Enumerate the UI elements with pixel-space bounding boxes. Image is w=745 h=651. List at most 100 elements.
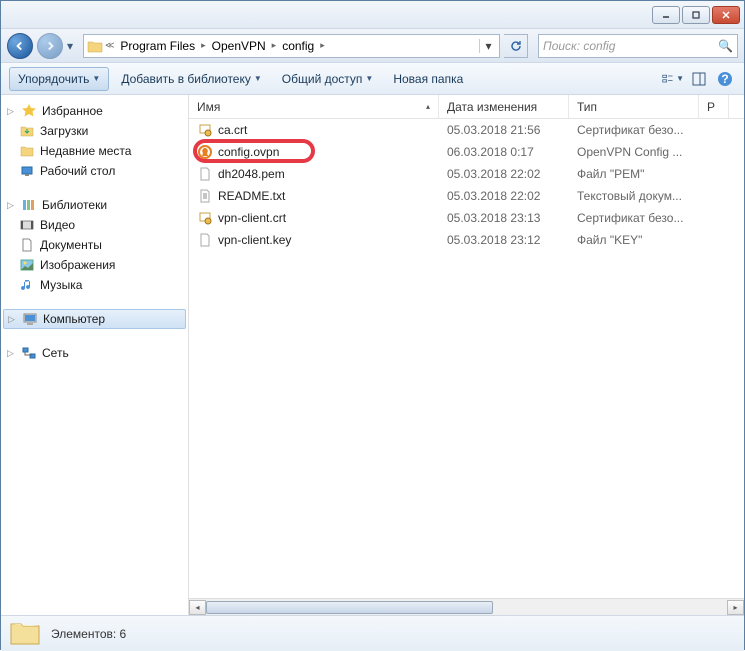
sidebar-item-label: Компьютер <box>43 312 105 326</box>
column-type[interactable]: Тип <box>569 95 699 118</box>
explorer-window: ▾ ≪ Program Files ▸ OpenVPN ▸ config ▸ ▾… <box>0 0 745 650</box>
new-folder-button[interactable]: Новая папка <box>385 68 471 90</box>
addlib-label: Добавить в библиотеку <box>121 72 251 86</box>
scroll-track[interactable] <box>206 600 727 615</box>
chevron-right-icon: ▸ <box>319 40 326 51</box>
column-label: Р <box>707 100 715 114</box>
file-type: OpenVPN Config ... <box>569 145 699 159</box>
close-button[interactable] <box>712 6 740 24</box>
sidebar-item-label: Недавние места <box>40 144 131 158</box>
scroll-thumb[interactable] <box>206 601 493 614</box>
network-icon <box>21 345 37 361</box>
add-to-library-button[interactable]: Добавить в библиотеку▼ <box>113 68 269 90</box>
file-date: 05.03.2018 23:12 <box>439 233 569 247</box>
column-label: Имя <box>197 100 220 114</box>
file-type: Текстовый докум... <box>569 189 699 203</box>
downloads-icon <box>19 123 35 139</box>
sidebar-item-documents[interactable]: Документы <box>1 235 188 255</box>
sidebar-item-desktop[interactable]: Рабочий стол <box>1 161 188 181</box>
status-count: Элементов: 6 <box>51 627 126 641</box>
file-name: README.txt <box>218 189 285 203</box>
sidebar-item-label: Избранное <box>42 104 103 118</box>
file-list[interactable]: ca.crt 05.03.2018 21:56Сертификат безо...… <box>189 119 744 598</box>
horizontal-scrollbar[interactable]: ◂ ▸ <box>189 598 744 615</box>
search-placeholder: Поиск: config <box>543 39 615 53</box>
sidebar-item-label: Документы <box>40 238 102 252</box>
breadcrumb[interactable]: Program Files <box>115 35 200 57</box>
search-icon: 🔍 <box>718 39 733 53</box>
video-icon <box>19 217 35 233</box>
sidebar-computer[interactable]: ▷Компьютер <box>3 309 186 329</box>
sort-asc-icon: ▴ <box>426 102 430 111</box>
column-size[interactable]: Р <box>699 95 729 118</box>
recent-icon <box>19 143 35 159</box>
refresh-button[interactable] <box>504 34 528 58</box>
file-name: vpn-client.key <box>218 233 291 247</box>
folder-icon <box>86 37 104 55</box>
sidebar-item-label: Библиотеки <box>42 198 107 212</box>
file-pane: Имя ▴ Дата изменения Тип Р ca.crt 05.03.20… <box>189 95 744 615</box>
maximize-button[interactable] <box>682 6 710 24</box>
share-button[interactable]: Общий доступ▼ <box>274 68 382 90</box>
chevron-right-icon: ≪ <box>104 40 115 51</box>
sidebar-item-music[interactable]: Музыка <box>1 275 188 295</box>
column-date[interactable]: Дата изменения <box>439 95 569 118</box>
sidebar-item-pictures[interactable]: Изображения <box>1 255 188 275</box>
sidebar-network[interactable]: ▷Сеть <box>1 343 188 363</box>
scroll-left-button[interactable]: ◂ <box>189 600 206 615</box>
sidebar-libraries[interactable]: ▷Библиотеки <box>1 195 188 215</box>
file-row[interactable]: ca.crt 05.03.2018 21:56Сертификат безо... <box>189 119 744 141</box>
file-type: Сертификат безо... <box>569 123 699 137</box>
search-input[interactable]: Поиск: config 🔍 <box>538 34 738 58</box>
file-icon <box>197 166 213 182</box>
titlebar <box>1 1 744 29</box>
file-row[interactable]: vpn-client.crt05.03.2018 23:13Сертификат… <box>189 207 744 229</box>
breadcrumb[interactable]: OpenVPN <box>207 35 271 57</box>
body: ▷Избранное Загрузки Недавние места Рабоч… <box>1 95 744 615</box>
folder-icon <box>9 618 41 650</box>
column-label: Тип <box>577 100 597 114</box>
back-button[interactable] <box>7 33 33 59</box>
file-date: 05.03.2018 21:56 <box>439 123 569 137</box>
file-row[interactable]: config.ovpn06.03.2018 0:17OpenVPN Config… <box>189 141 744 163</box>
address-dropdown[interactable]: ▾ <box>479 39 497 53</box>
column-name[interactable]: Имя ▴ <box>189 95 439 118</box>
minimize-button[interactable] <box>652 6 680 24</box>
file-row[interactable]: dh2048.pem05.03.2018 22:02Файл "PEM" <box>189 163 744 185</box>
file-date: 05.03.2018 22:02 <box>439 189 569 203</box>
sidebar-item-label: Сеть <box>42 346 69 360</box>
file-name: ca.crt <box>218 123 247 137</box>
status-bar: Элементов: 6 <box>1 615 744 651</box>
sidebar-item-video[interactable]: Видео <box>1 215 188 235</box>
music-icon <box>19 277 35 293</box>
file-row[interactable]: vpn-client.key 05.03.2018 23:12Файл "KEY" <box>189 229 744 251</box>
newfolder-label: Новая папка <box>393 72 463 86</box>
sidebar-item-label: Рабочий стол <box>40 164 115 178</box>
breadcrumb[interactable]: config <box>277 35 319 57</box>
sidebar-item-recent[interactable]: Недавние места <box>1 141 188 161</box>
file-name: dh2048.pem <box>218 167 285 181</box>
svg-text:?: ? <box>721 72 728 86</box>
toolbar: Упорядочить▼ Добавить в библиотеку▼ Общи… <box>1 63 744 95</box>
history-dropdown[interactable]: ▾ <box>67 39 79 53</box>
forward-button[interactable] <box>37 33 63 59</box>
file-name: vpn-client.crt <box>218 211 286 225</box>
sidebar-favorites[interactable]: ▷Избранное <box>1 101 188 121</box>
computer-icon <box>22 311 38 327</box>
file-row[interactable]: README.txt 05.03.2018 22:02Текстовый доку… <box>189 185 744 207</box>
sidebar-item-downloads[interactable]: Загрузки <box>1 121 188 141</box>
view-mode-button[interactable]: ▼ <box>662 68 684 90</box>
sidebar-item-label: Загрузки <box>40 124 88 138</box>
file-type: Файл "KEY" <box>569 233 699 247</box>
desktop-icon <box>19 163 35 179</box>
organize-button[interactable]: Упорядочить▼ <box>9 67 109 91</box>
column-headers: Имя ▴ Дата изменения Тип Р <box>189 95 744 119</box>
scroll-right-button[interactable]: ▸ <box>727 600 744 615</box>
navbar: ▾ ≪ Program Files ▸ OpenVPN ▸ config ▸ ▾… <box>1 29 744 63</box>
file-name: config.ovpn <box>218 145 279 159</box>
help-button[interactable]: ? <box>714 68 736 90</box>
address-bar[interactable]: ≪ Program Files ▸ OpenVPN ▸ config ▸ ▾ <box>83 34 500 58</box>
sidebar-item-label: Музыка <box>40 278 82 292</box>
preview-pane-button[interactable] <box>688 68 710 90</box>
file-date: 05.03.2018 22:02 <box>439 167 569 181</box>
